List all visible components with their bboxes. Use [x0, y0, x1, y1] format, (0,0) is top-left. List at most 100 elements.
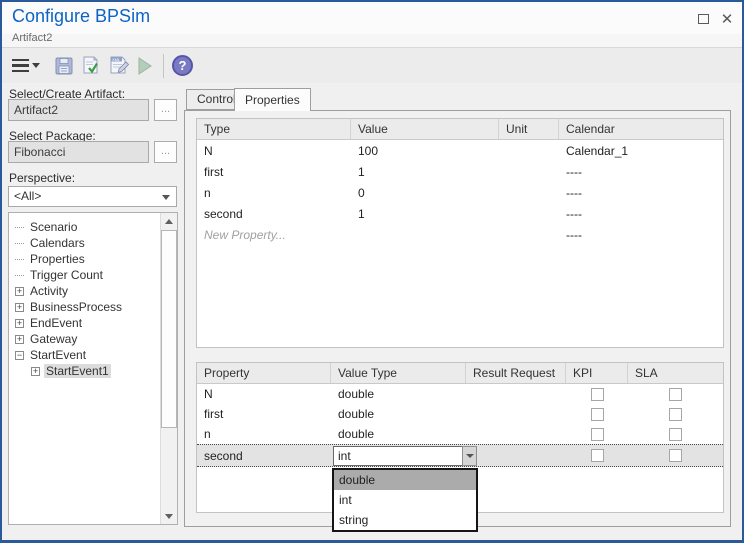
expand-icon[interactable]: +: [31, 367, 40, 376]
sla-checkbox-cell: [628, 449, 723, 462]
tree-item-endevent[interactable]: + EndEvent: [9, 315, 177, 331]
sla-checkbox[interactable]: [669, 428, 682, 441]
expand-icon[interactable]: +: [15, 303, 24, 312]
tree-item-businessprocess[interactable]: +BusinessProcess: [9, 299, 177, 315]
result-property-cell: first: [197, 407, 331, 421]
sla-checkbox[interactable]: [669, 388, 682, 401]
type-cell: second: [197, 207, 351, 221]
calendar-cell: ----: [559, 207, 723, 221]
result-request-body: Ndoublefirstdoublendoublesecondint: [197, 384, 723, 467]
type-cell: n: [197, 186, 351, 200]
page-title: Configure BPSim: [12, 6, 150, 27]
maximize-button[interactable]: [694, 10, 712, 28]
property-row-second[interactable]: second1 ----: [197, 203, 723, 224]
result-request-header: PropertyValue TypeResult RequestKPISLA: [197, 363, 723, 384]
package-input[interactable]: [8, 141, 149, 163]
tree-item-label: Gateway: [28, 332, 79, 346]
dropdown-option-string[interactable]: string: [334, 510, 476, 530]
sla-checkbox-cell: [628, 408, 723, 421]
artifact-input[interactable]: [8, 99, 149, 121]
column-header-type: Type: [197, 119, 351, 139]
tree-item-activity[interactable]: +Activity: [9, 283, 177, 299]
property-row-n[interactable]: n0----: [197, 182, 723, 203]
toolbar: XML ?: [2, 48, 742, 83]
kpi-checkbox-cell: [566, 408, 628, 421]
sla-checkbox[interactable]: [669, 449, 682, 462]
scrollbar-thumb[interactable]: [161, 230, 177, 428]
perspective-dropdown[interactable]: <All>: [8, 186, 177, 207]
scroll-down-button[interactable]: [161, 508, 177, 524]
tree-items: ScenarioCalendarsProperties Trigger Count…: [9, 219, 177, 379]
dropdown-option-int[interactable]: int: [334, 490, 476, 510]
tree-item-trigger-count[interactable]: Trigger Count: [9, 267, 177, 283]
edit-xml-icon: XML: [108, 55, 131, 76]
calendar-cell: ----: [559, 165, 723, 179]
maximize-icon: [698, 14, 709, 24]
tree-item-label: Properties: [28, 252, 87, 266]
expand-icon[interactable]: +: [15, 335, 24, 344]
tree-connector: [15, 275, 24, 276]
save-icon: [54, 56, 74, 76]
tree-item-scenario[interactable]: Scenario: [9, 219, 177, 235]
run-simulation-button[interactable]: [137, 53, 153, 79]
sla-checkbox-cell: [628, 388, 723, 401]
result-row-first[interactable]: firstdouble: [197, 404, 723, 424]
column-header-property: Property: [197, 363, 331, 383]
value-type-combo-input[interactable]: int: [333, 446, 462, 466]
type-cell: first: [197, 165, 351, 179]
chevron-down-icon: [466, 454, 474, 458]
property-row-n[interactable]: N100Calendar_1: [197, 140, 723, 161]
chevron-down-icon: [32, 63, 40, 68]
hamburger-menu-button[interactable]: [12, 53, 48, 79]
property-row-first[interactable]: first1----: [197, 161, 723, 182]
column-header-result-request: Result Request: [466, 363, 566, 383]
tree-scrollbar[interactable]: [160, 213, 177, 524]
tree-item-startevent1[interactable]: +StartEvent1: [9, 363, 177, 379]
close-button[interactable]: ✕: [718, 10, 736, 28]
kpi-checkbox[interactable]: [591, 388, 604, 401]
kpi-checkbox[interactable]: [591, 449, 604, 462]
kpi-checkbox[interactable]: [591, 408, 604, 421]
new-property-row[interactable]: New Property...----: [197, 224, 723, 245]
perspective-value: <All>: [14, 189, 41, 203]
collapse-icon[interactable]: −: [15, 351, 24, 360]
tree-item-startevent[interactable]: −StartEvent: [9, 347, 177, 363]
save-button[interactable]: [54, 53, 74, 79]
tree-connector: [15, 227, 24, 228]
combo-dropdown-button[interactable]: [462, 446, 477, 466]
scroll-up-button[interactable]: [161, 213, 177, 229]
kpi-checkbox[interactable]: [591, 428, 604, 441]
tree-item-label: EndEvent: [28, 316, 84, 330]
type-cell: N: [197, 144, 351, 158]
value-type-combo[interactable]: int: [333, 446, 477, 466]
validate-button[interactable]: [80, 53, 102, 79]
expand-icon[interactable]: +: [15, 287, 24, 296]
package-browse-button[interactable]: ...: [154, 141, 177, 163]
toolbar-separator: [163, 54, 164, 78]
sla-checkbox[interactable]: [669, 408, 682, 421]
play-icon: [137, 57, 153, 75]
artifact-browse-button[interactable]: ...: [154, 99, 177, 121]
tab-properties[interactable]: Properties: [234, 88, 311, 111]
type-cell: New Property...: [197, 228, 351, 242]
result-row-second[interactable]: secondint: [197, 444, 723, 467]
value-cell: 0: [351, 186, 499, 200]
svg-text:XML: XML: [112, 57, 121, 62]
sla-checkbox-cell: [628, 428, 723, 441]
value-cell: 1: [351, 207, 499, 221]
tree-item-label: Trigger Count: [28, 268, 105, 282]
tree-item-properties[interactable]: Properties: [9, 251, 177, 267]
perspective-label: Perspective:: [9, 171, 75, 185]
tree-item-label: Scenario: [28, 220, 79, 234]
tree-connector: [15, 243, 24, 244]
validate-document-icon: [80, 55, 102, 76]
result-row-n[interactable]: ndouble: [197, 424, 723, 444]
result-row-n[interactable]: Ndouble: [197, 384, 723, 404]
tree-item-gateway[interactable]: + Gateway: [9, 331, 177, 347]
dropdown-option-double[interactable]: double: [334, 470, 476, 490]
expand-icon[interactable]: +: [15, 319, 24, 328]
column-header-kpi: KPI: [566, 363, 628, 383]
edit-xml-button[interactable]: XML: [108, 53, 131, 79]
tree-item-calendars[interactable]: Calendars: [9, 235, 177, 251]
help-button[interactable]: ?: [172, 53, 193, 79]
